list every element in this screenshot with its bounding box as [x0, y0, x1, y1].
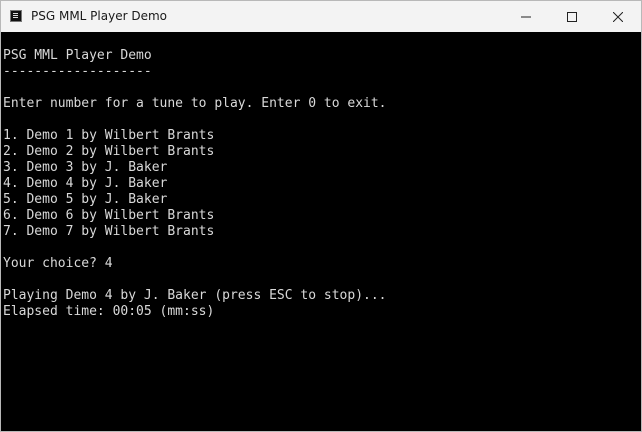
instruction-text: Enter number for a tune to play. Enter 0…: [3, 96, 387, 111]
tune-option: 4. Demo 4 by J. Baker: [3, 176, 168, 191]
console-window: PSG MML Player Demo PSG MML Player Demo: [0, 0, 642, 432]
tune-option: 5. Demo 5 by J. Baker: [3, 192, 168, 207]
minimize-button[interactable]: [503, 1, 549, 32]
tune-option: 2. Demo 2 by Wilbert Brants: [3, 144, 215, 159]
title-bar[interactable]: PSG MML Player Demo: [1, 1, 641, 32]
tune-option: 6. Demo 6 by Wilbert Brants: [3, 208, 215, 223]
tune-option: 7. Demo 7 by Wilbert Brants: [3, 224, 215, 239]
tune-option: 1. Demo 1 by Wilbert Brants: [3, 128, 215, 143]
elapsed-time: Elapsed time: 00:05 (mm:ss): [3, 304, 215, 319]
choice-prompt: Your choice? 4: [3, 256, 113, 271]
console-output[interactable]: PSG MML Player Demo ------------------- …: [1, 32, 641, 431]
close-button[interactable]: [595, 1, 641, 32]
maximize-button[interactable]: [549, 1, 595, 32]
playing-status: Playing Demo 4 by J. Baker (press ESC to…: [3, 288, 387, 303]
console-heading: PSG MML Player Demo: [3, 48, 152, 63]
window-controls: [503, 1, 641, 32]
tune-option: 3. Demo 3 by J. Baker: [3, 160, 168, 175]
maximize-icon: [567, 11, 577, 22]
window-title: PSG MML Player Demo: [31, 9, 167, 23]
close-icon: [613, 11, 623, 22]
console-app-icon[interactable]: [10, 10, 22, 22]
minimize-icon: [521, 16, 531, 17]
heading-underline: -------------------: [3, 64, 152, 79]
